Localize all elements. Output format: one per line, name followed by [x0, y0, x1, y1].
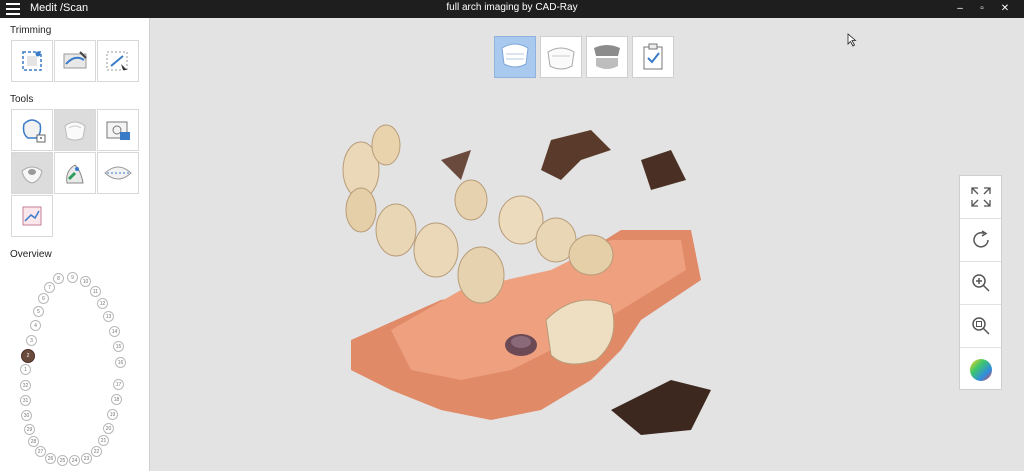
report-icon [22, 206, 42, 226]
arch-align-button[interactable] [97, 152, 139, 194]
lasso-trim-icon [63, 51, 87, 69]
photo-tool-icon [106, 121, 130, 140]
tooth-button[interactable]: 12 [97, 298, 108, 309]
fill-hole-icon [21, 166, 43, 184]
select-region-icon [22, 51, 42, 71]
tooth-button-marked[interactable]: 2 [21, 349, 35, 363]
select-region-button[interactable] [11, 40, 53, 82]
tooth-button[interactable]: 13 [103, 311, 114, 322]
tooth-button[interactable]: 28 [28, 436, 39, 447]
tooth-button[interactable]: 29 [24, 424, 35, 435]
rotate-icon [972, 230, 989, 248]
fit-view-icon [970, 187, 991, 207]
occlusion-button[interactable] [586, 36, 628, 78]
tooth-button[interactable]: 7 [44, 282, 55, 293]
title-bar: Medit /Scan full arch imaging by CAD-Ray… [0, 0, 1024, 18]
mouse-cursor-icon [847, 33, 857, 47]
hamburger-menu-icon[interactable] [6, 3, 20, 15]
tooth-button[interactable]: 23 [81, 453, 92, 464]
left-sidebar: Trimming Tools Overview 8 9 10 11 12 13 … [0, 18, 150, 471]
lasso-trim-button[interactable] [54, 40, 96, 82]
tooth-button[interactable]: 22 [91, 446, 102, 457]
tooth-button[interactable]: 6 [38, 293, 49, 304]
tooth-button[interactable]: 18 [111, 394, 122, 405]
tooth-button[interactable]: 32 [20, 380, 31, 391]
tooth-button[interactable]: 26 [45, 453, 56, 464]
tooth-button[interactable]: 20 [103, 423, 114, 434]
tooth-button[interactable]: 9 [67, 272, 78, 283]
photo-tool-button[interactable] [97, 109, 139, 151]
tooth-button[interactable]: 27 [35, 446, 46, 457]
checklist-icon [643, 43, 663, 70]
upper-jaw-button[interactable] [494, 36, 536, 78]
brush-tool-button[interactable] [54, 152, 96, 194]
smart-trim-icon [106, 51, 128, 71]
tooth-button[interactable]: 8 [53, 273, 64, 284]
brush-tool-icon [66, 164, 84, 184]
rotate-button[interactable] [960, 219, 1001, 262]
tooth-button[interactable]: 19 [107, 409, 118, 420]
tools-section-title: Tools [10, 94, 34, 105]
tooth-button[interactable]: 25 [57, 455, 68, 466]
arch-align-icon [104, 166, 132, 180]
trimming-section-title: Trimming [10, 25, 52, 36]
tooth-button[interactable]: 1 [20, 364, 31, 375]
tooth-button[interactable]: 3 [26, 335, 37, 346]
tooth-button[interactable]: 10 [80, 276, 91, 287]
tooth-button[interactable]: 30 [21, 410, 32, 421]
color-map-button[interactable] [960, 348, 1001, 391]
tooth-button[interactable]: 16 [115, 357, 126, 368]
lower-jaw-icon [547, 47, 575, 70]
scan-tool-button[interactable] [54, 109, 96, 151]
occlusion-icon [594, 45, 620, 69]
tooth-button[interactable]: 21 [98, 435, 109, 446]
tooth-button[interactable]: 5 [33, 306, 44, 317]
view-toolbar [959, 175, 1002, 390]
zoom-in-icon [971, 274, 990, 292]
upper-jaw-icon [501, 43, 529, 68]
color-map-icon [969, 358, 992, 381]
lock-tooth-icon [22, 119, 46, 143]
lower-jaw-button[interactable] [540, 36, 582, 78]
tooth-button[interactable]: 4 [30, 320, 41, 331]
smart-trim-button[interactable] [97, 40, 139, 82]
minimize-button[interactable]: – [951, 1, 969, 17]
tooth-button[interactable]: 11 [90, 286, 101, 297]
tooth-button[interactable]: 15 [113, 341, 124, 352]
tooth-button[interactable]: 14 [109, 326, 120, 337]
overview-section-title: Overview [10, 249, 52, 260]
restore-button[interactable]: ▫ [973, 1, 991, 17]
app-name: Medit /Scan [30, 2, 89, 14]
tooth-chart: 8 9 10 11 12 13 14 15 16 17 18 19 20 21 … [10, 266, 140, 466]
document-title: full arch imaging by CAD-Ray [446, 2, 578, 13]
fit-view-button[interactable] [960, 176, 1001, 219]
tooth-button[interactable]: 17 [113, 379, 124, 390]
fill-hole-button[interactable] [11, 152, 53, 194]
lock-tooth-button[interactable] [11, 109, 53, 151]
tooth-button[interactable]: 31 [20, 395, 31, 406]
checklist-button[interactable] [632, 36, 674, 78]
scan-tool-icon [64, 121, 86, 141]
zoom-area-button[interactable] [960, 305, 1001, 348]
report-button[interactable] [11, 195, 53, 237]
zoom-in-button[interactable] [960, 262, 1001, 305]
tooth-button[interactable]: 24 [69, 455, 80, 466]
zoom-area-icon [971, 317, 990, 335]
close-button[interactable]: ✕ [996, 1, 1014, 17]
dental-scan-model[interactable] [291, 90, 751, 450]
3d-viewport[interactable] [151, 18, 1024, 471]
